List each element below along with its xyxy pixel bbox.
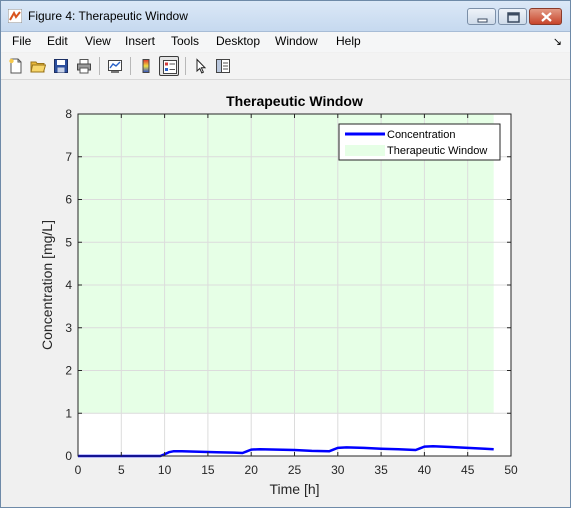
x-axis-label: Time [h]: [269, 481, 319, 497]
legend[interactable]: Concentration Therapeutic Window: [338, 123, 501, 161]
y-tick-label: 7: [65, 150, 72, 164]
maximize-button[interactable]: [498, 8, 527, 25]
menu-desktop[interactable]: Desktop: [216, 34, 260, 48]
y-tick-label: 5: [65, 235, 72, 249]
x-tick-label: 15: [201, 463, 215, 477]
link-plot-icon: [108, 60, 122, 73]
minimize-icon: [477, 18, 488, 23]
new-figure-icon: [9, 58, 22, 74]
y-tick-label: 6: [65, 193, 72, 207]
plot-svg: 0 5 10 15 20 25 30 35 40 45 50012345678 Therapeuti…: [39, 93, 518, 497]
y-tick-label: 0: [65, 449, 72, 463]
toolbar-separator: [130, 57, 131, 75]
insert-colorbar-icon: [142, 59, 150, 73]
property-inspector-button[interactable]: [213, 56, 233, 76]
y-tick-label: 4: [65, 278, 72, 292]
window-title: Figure 4: Therapeutic Window: [28, 9, 188, 23]
toolbar-separator: [99, 57, 100, 75]
figure-window: Figure 4: Therapeutic Window File Edit V…: [0, 0, 571, 508]
save-icon: [54, 59, 68, 73]
menubar-overflow-arrow[interactable]: ↘: [553, 35, 562, 48]
menu-tools[interactable]: Tools: [171, 34, 199, 48]
matlab-figure-icon: [7, 8, 23, 24]
link-plot-button[interactable]: [105, 56, 125, 76]
minimize-button[interactable]: [467, 8, 496, 25]
menu-insert[interactable]: Insert: [125, 34, 155, 48]
x-tick-label: 0: [75, 463, 82, 477]
x-tick-label: 45: [461, 463, 475, 477]
property-inspector-icon: [216, 59, 230, 73]
insert-legend-button[interactable]: [159, 56, 179, 76]
figure-canvas: 0 5 10 15 20 25 30 35 40 45 50 0 1 2 3 4 5 6 7 8 Therapeuti…: [6, 81, 566, 503]
legend-entry-concentration: Concentration: [387, 129, 456, 141]
print-icon: [77, 59, 91, 74]
maximize-icon: [507, 12, 520, 23]
x-tick-label: 10: [158, 463, 172, 477]
x-tick-label: 25: [288, 463, 302, 477]
y-axis-label: Concentration [mg/L]: [39, 220, 55, 350]
new-figure-button[interactable]: [6, 56, 26, 76]
close-button[interactable]: [529, 8, 562, 25]
legend-entry-therapeutic-window: Therapeutic Window: [387, 145, 487, 157]
insert-colorbar-button[interactable]: [136, 56, 156, 76]
chart-title: Therapeutic Window: [226, 93, 363, 109]
edit-plot-button[interactable]: [191, 56, 211, 76]
title-bar[interactable]: Figure 4: Therapeutic Window: [1, 1, 570, 32]
menu-window[interactable]: Window: [275, 34, 318, 48]
x-tick-label: 50: [504, 463, 518, 477]
insert-legend-icon: [163, 60, 177, 74]
menu-file[interactable]: File: [12, 34, 31, 48]
figure-toolbar: [1, 53, 570, 80]
y-tick-label: 2: [65, 364, 72, 378]
print-button[interactable]: [74, 56, 94, 76]
toolbar-separator: [185, 57, 186, 75]
menu-help[interactable]: Help: [336, 34, 361, 48]
edit-plot-icon: [196, 58, 207, 74]
y-tick-label: 8: [65, 107, 72, 121]
menu-view[interactable]: View: [85, 34, 111, 48]
x-tick-label: 30: [331, 463, 345, 477]
y-tick-label: 1: [65, 406, 72, 420]
menu-bar: File Edit View Insert Tools Desktop Wind…: [1, 32, 570, 52]
open-file-icon: [30, 61, 46, 73]
menu-edit[interactable]: Edit: [47, 34, 68, 48]
x-tick-label: 35: [374, 463, 388, 477]
legend-swatch-therapeutic-window: [345, 145, 385, 156]
x-tick-label: 40: [418, 463, 432, 477]
x-tick-label: 5: [118, 463, 125, 477]
x-tick-label: 20: [245, 463, 259, 477]
close-icon: [541, 12, 552, 22]
open-file-button[interactable]: [28, 56, 48, 76]
y-tick-label: 3: [65, 321, 72, 335]
save-button[interactable]: [51, 56, 71, 76]
